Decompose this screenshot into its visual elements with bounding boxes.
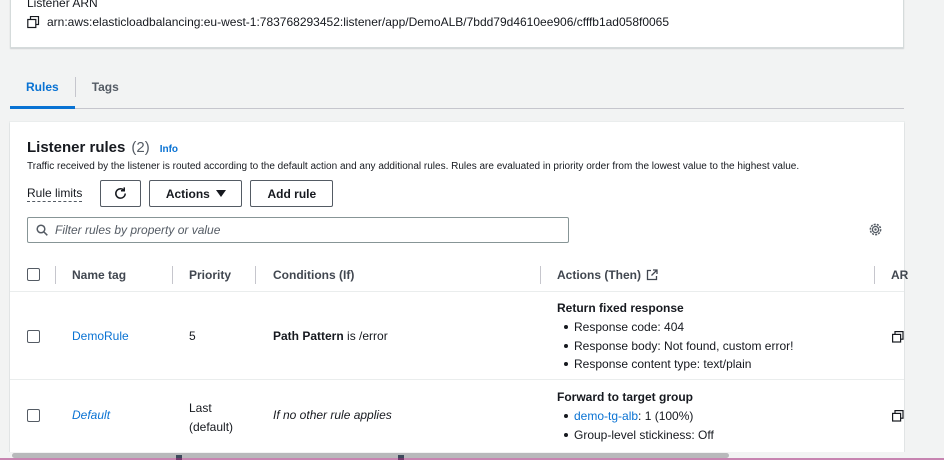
filter-rules-field xyxy=(27,217,569,243)
listener-arn-panel: Listener ARN arn:aws:elasticloadbalancin… xyxy=(10,0,904,48)
tab-tags[interactable]: Tags xyxy=(76,66,135,108)
external-link-icon xyxy=(646,268,658,280)
column-divider xyxy=(540,266,541,284)
column-header-arn[interactable]: AR xyxy=(891,257,908,292)
rule-limits-link[interactable]: Rule limits xyxy=(27,186,83,202)
rules-count: (2) xyxy=(131,139,150,156)
column-divider xyxy=(172,266,173,284)
action-detail: Group-level stickiness: Off xyxy=(557,426,714,445)
column-header-actions-label: Actions (Then) xyxy=(557,267,641,282)
tab-rules[interactable]: Rules xyxy=(10,66,75,109)
rules-header: Listener rules (2) Info xyxy=(27,139,178,156)
rule-condition: Path Pattern is /error xyxy=(273,329,388,343)
priority-line: Last xyxy=(189,401,212,415)
rule-actions: Return fixed response Response code: 404… xyxy=(557,301,793,374)
column-header-actions[interactable]: Actions (Then) xyxy=(557,257,658,292)
column-divider xyxy=(874,266,875,284)
refresh-button[interactable] xyxy=(100,180,142,207)
rules-title: Listener rules xyxy=(27,139,126,156)
target-group-weight: : 1 (100%) xyxy=(638,409,694,423)
column-header-priority[interactable]: Priority xyxy=(189,257,231,292)
rule-name-link[interactable]: DemoRule xyxy=(72,329,129,343)
actions-button-label: Actions xyxy=(165,186,210,201)
row-checkbox[interactable] xyxy=(27,409,40,422)
refresh-icon xyxy=(115,187,127,199)
add-rule-button[interactable]: Add rule xyxy=(250,180,334,207)
target-group-link[interactable]: demo-tg-alb xyxy=(574,407,638,426)
search-icon xyxy=(36,224,48,236)
rule-condition: If no other rule applies xyxy=(273,408,392,422)
action-detail: Response content type: text/plain xyxy=(557,355,793,374)
listener-arn-value: arn:aws:elasticloadbalancing:eu-west-1:7… xyxy=(47,15,670,29)
action-title: Return fixed response xyxy=(557,301,684,315)
caret-down-icon xyxy=(215,189,226,197)
rule-priority: Last (default) xyxy=(189,399,233,436)
table-header: Name tag Priority Conditions (If) Action… xyxy=(10,257,908,292)
filter-rules-input[interactable] xyxy=(55,223,535,237)
row-checkbox[interactable] xyxy=(27,330,40,343)
copy-icon[interactable] xyxy=(892,331,904,343)
action-detail: Response code: 404 xyxy=(557,318,793,337)
column-divider xyxy=(255,266,256,284)
copy-icon[interactable] xyxy=(27,15,40,29)
listener-arn-row: arn:aws:elasticloadbalancing:eu-west-1:7… xyxy=(27,15,669,29)
table-row: DemoRule 5 Path Pattern is /error Return… xyxy=(10,292,904,380)
tab-bar: Rules Tags xyxy=(10,66,904,109)
rule-priority: 5 xyxy=(189,329,196,343)
action-detail: Response body: Not found, custom error! xyxy=(557,337,793,356)
action-detail: demo-tg-alb: 1 (100%) xyxy=(557,407,714,426)
condition-type: Path Pattern xyxy=(273,329,344,343)
condition-value: is /error xyxy=(347,329,388,343)
actions-dropdown-button[interactable]: Actions xyxy=(149,180,243,207)
rules-description: Traffic received by the listener is rout… xyxy=(27,161,800,172)
info-link[interactable]: Info xyxy=(160,144,178,155)
copy-icon[interactable] xyxy=(892,410,904,422)
column-header-name-tag[interactable]: Name tag xyxy=(72,257,126,292)
column-header-conditions[interactable]: Conditions (If) xyxy=(273,257,354,292)
select-all-checkbox[interactable] xyxy=(27,268,40,281)
listener-arn-heading: Listener ARN xyxy=(27,0,98,10)
priority-line: (default) xyxy=(189,419,234,434)
settings-gear-icon[interactable] xyxy=(868,222,883,237)
rules-toolbar: Rule limits Actions Add rule xyxy=(27,180,334,207)
action-title: Forward to target group xyxy=(557,390,693,404)
table-row: Default Last (default) If no other rule … xyxy=(10,380,904,460)
rule-name-link[interactable]: Default xyxy=(72,408,110,422)
rule-actions: Forward to target group demo-tg-alb: 1 (… xyxy=(557,390,714,444)
column-divider xyxy=(55,266,56,284)
listener-rules-container: Listener rules (2) Info Traffic received… xyxy=(10,122,908,460)
